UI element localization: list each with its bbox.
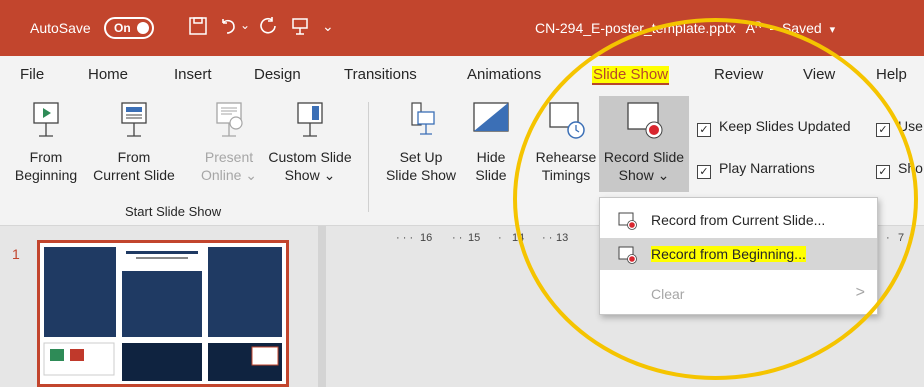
present-online-button[interactable]: Present Online ⌄ [192,100,266,184]
record-icon [627,102,663,139]
autosave-state: On [114,21,131,35]
record-from-beginning-item[interactable]: Record from Beginning... [600,238,877,270]
set-up-slide-show-button[interactable]: Set Up Slide Show [380,100,462,184]
checkmark-icon: ✓ [697,165,711,179]
rehearse-timings-icon [549,102,585,139]
record-icon [618,246,637,264]
record-slide-show-menu: Record from Current Slide... Record from… [599,197,878,315]
record-from-current-slide-label: Record from Current Slide... [651,212,826,228]
custom-slide-show-icon [297,102,323,137]
tab-insert[interactable]: Insert [174,66,212,83]
from-beginning-label-1: From [29,149,63,165]
record-show-label-1: Record Slide [603,149,685,165]
tab-home[interactable]: Home [88,66,128,83]
show-media-controls-checkbox[interactable]: ✓ Sho [876,160,923,179]
custom-show-label-1: Custom Slide [268,149,352,165]
tab-file[interactable]: File [20,66,44,83]
play-narrations-checkbox[interactable]: ✓ Play Narrations [697,160,815,179]
checkmark-icon: ✓ [697,123,711,137]
play-narrations-label: Play Narrations [719,160,815,176]
set-up-label-1: Set Up [399,149,443,165]
keep-slides-updated-label: Keep Slides Updated [719,118,851,134]
save-icon[interactable] [188,16,208,41]
rehearse-label-1: Rehearse [535,149,597,165]
from-beginning-button[interactable]: From Beginning [0,100,92,184]
document-title: CN-294_E-poster_template.pptx AR - Saved… [535,20,836,36]
checkmark-icon: ✓ [876,123,890,137]
tab-animations[interactable]: Animations [467,66,541,83]
undo-dropdown-icon[interactable]: ⌄ [240,18,250,32]
show-label: Sho [898,160,923,176]
record-icon [618,212,637,230]
present-online-label-1: Present [204,149,254,165]
hide-slide-label-1: Hide [476,149,506,165]
slide-thumbnail-pane: 1 [0,226,318,387]
record-slide-show-button[interactable]: Record Slide Show ⌄ [599,96,689,192]
set-up-label-2: Slide Show [385,167,457,183]
record-from-current-slide-item[interactable]: Record from Current Slide... [600,204,877,236]
record-from-beginning-label: Record from Beginning... [651,246,806,262]
slide-number: 1 [12,246,20,262]
use-label: Use [898,118,923,134]
title-bar: AutoSave On ⌄ ⌄ CN-294_E-poster_template… [0,0,924,56]
autosave-toggle[interactable]: On [104,17,154,39]
hide-slide-icon [473,102,509,132]
tab-design[interactable]: Design [254,66,301,83]
rehearse-label-2: Timings [541,167,591,183]
hide-slide-label-2: Slide [475,167,507,183]
present-online-label-2: Online ⌄ [200,167,258,183]
set-up-slide-show-icon [411,102,435,135]
undo-icon[interactable] [218,16,238,41]
from-current-slide-button[interactable]: From Current Slide [88,100,180,184]
toggle-knob [137,22,149,34]
checkmark-icon: ✓ [876,165,890,179]
record-show-label-2: Show ⌄ [618,167,670,183]
hide-slide-button[interactable]: Hide Slide [466,100,516,184]
redo-icon[interactable] [258,16,278,41]
from-beginning-icon [33,102,59,137]
clear-label: Clear [651,286,685,302]
from-current-slide-icon [121,102,147,137]
saved-status: Saved [781,20,822,36]
keep-slides-updated-checkbox[interactable]: ✓ Keep Slides Updated [697,118,851,137]
start-slide-show-group-label: Start Slide Show [125,204,222,219]
tab-review[interactable]: Review [714,66,763,83]
clear-item[interactable]: Clear > [600,278,877,310]
autosave-label: AutoSave [30,20,91,36]
use-timings-checkbox[interactable]: ✓ Use [876,118,923,137]
group-separator [368,102,369,212]
present-icon[interactable] [290,16,310,41]
customize-toolbar-icon[interactable]: ⌄ [322,18,334,35]
pane-splitter[interactable] [318,226,326,387]
ribbon-tabs: File Home Insert Design Transitions Anim… [0,56,924,94]
record-slide-show-content: Record Slide Show ⌄ [599,100,689,184]
chevron-right-icon: > [855,284,865,301]
rehearse-timings-button[interactable]: Rehearse Timings [530,100,602,184]
slide-preview-image [40,243,286,384]
custom-show-label-2: Show ⌄ [284,167,336,183]
tab-help[interactable]: Help [876,66,907,83]
custom-slide-show-button[interactable]: Custom Slide Show ⌄ [262,100,358,184]
from-beginning-label-2: Beginning [14,167,78,183]
slide-thumbnail[interactable] [37,240,289,387]
from-current-label-2: Current Slide [93,167,175,183]
tab-view[interactable]: View [803,66,835,83]
from-current-label-1: From [117,149,151,165]
tab-transitions[interactable]: Transitions [344,66,417,83]
tab-slide-show[interactable]: Slide Show [592,66,670,85]
present-online-icon [216,102,243,137]
